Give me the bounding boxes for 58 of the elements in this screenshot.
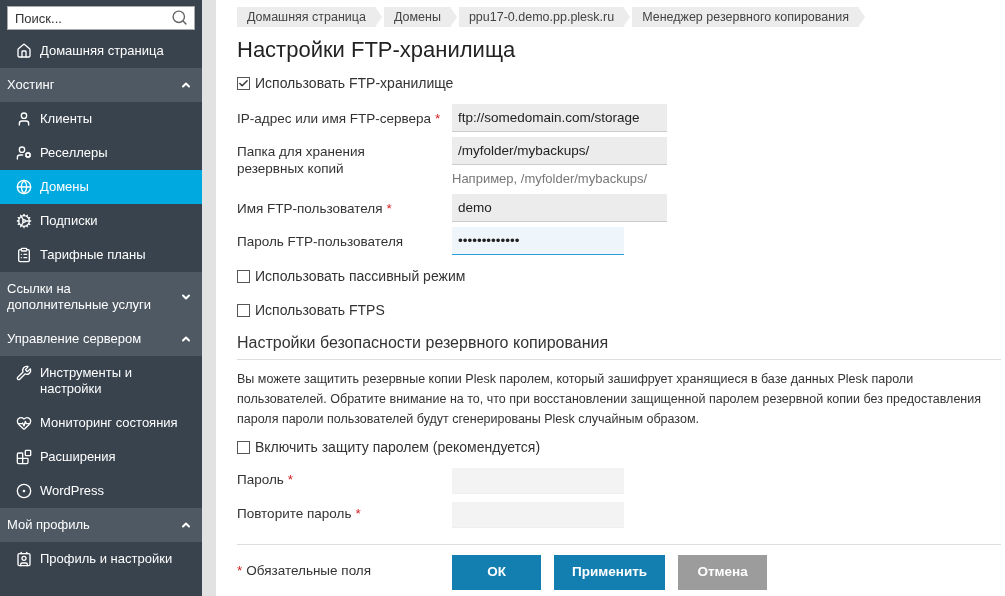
- sidebar-group-header[interactable]: Мой профиль: [0, 508, 202, 542]
- checkbox[interactable]: [237, 269, 250, 283]
- checkbox-label[interactable]: Использовать FTP-хранилище: [237, 73, 1001, 94]
- search-icon[interactable]: [171, 9, 188, 26]
- search-field[interactable]: Поиск...: [7, 6, 195, 30]
- field-label: Пароль FTP-пользователя: [237, 232, 404, 250]
- checkbox[interactable]: [237, 303, 250, 317]
- page-title: Настройки FTP-хранилища: [237, 36, 517, 64]
- input-field[interactable]: •••••••••••••: [452, 226, 624, 255]
- sidebar-item[interactable]: Инструменты и настройки: [0, 356, 202, 406]
- field-label: Имя FTP-пользователя: [237, 199, 383, 217]
- required-mark: *: [435, 110, 441, 127]
- field-label: Папка для хранения резервных копий: [237, 143, 366, 177]
- circle-logo-icon: [16, 483, 32, 499]
- house-icon: [16, 43, 32, 59]
- globe-icon: [16, 179, 32, 195]
- field-label: IP-адрес или имя FTP-сервера: [237, 110, 432, 127]
- sidebar-item[interactable]: WordPress: [0, 474, 202, 508]
- sidebar-group-header[interactable]: Управление сервером: [0, 322, 202, 356]
- tools-icon: [16, 365, 32, 381]
- submit-button[interactable]: ОК: [452, 554, 541, 590]
- sidebar-item[interactable]: Мониторинг состояния: [0, 406, 202, 440]
- checkbox-label[interactable]: Использовать FTPS: [237, 299, 1001, 321]
- scrollbar[interactable]: [202, 0, 216, 596]
- required-note: Обязательные поля: [246, 562, 372, 578]
- profile-card-icon: [16, 551, 32, 567]
- sidebar-item[interactable]: Расширения: [0, 440, 202, 474]
- field-label: Повторите пароль: [237, 506, 352, 522]
- sidebar-item[interactable]: Домашняя страница: [0, 34, 202, 68]
- description-text: Вы можете защитить резервные копии Plesk паролем, который зашифрует хранящиеся в базе данных Plesk пароли пользователей. Обратите внимание на то, что при восстановлении защищенной паролем резервной копии без предоставления пароля пароли пользователей будут сгенерированы Plesk случайным образом.: [237, 370, 983, 428]
- submit-button[interactable]: Применить: [554, 554, 666, 590]
- checkbox-label[interactable]: Включить защиту паролем (рекомендуется): [237, 436, 1001, 458]
- required-mark: *: [287, 472, 294, 488]
- required-mark: *: [386, 199, 392, 217]
- clipboard-icon: [16, 247, 32, 263]
- required-mark: *: [355, 506, 361, 522]
- checkbox[interactable]: [237, 77, 250, 90]
- checkbox[interactable]: [237, 440, 250, 454]
- input-field[interactable]: demo: [452, 193, 667, 222]
- checkbox-label[interactable]: Использовать пассивный режим: [237, 265, 1001, 287]
- sidebar-item[interactable]: Реселлеры: [0, 136, 202, 170]
- user-tie-icon: [16, 145, 32, 161]
- field-hint: Например, /myfolder/mybackups/: [452, 170, 649, 188]
- section-heading: Настройки безопасности резервного копирования: [237, 330, 1001, 360]
- sidebar-item[interactable]: Подписки: [0, 204, 202, 238]
- sidebar-item[interactable]: Профиль и настройки: [0, 542, 202, 576]
- sidebar-group-header[interactable]: Хостинг: [0, 68, 202, 102]
- sidebar-item[interactable]: Тарифные планы: [0, 238, 202, 272]
- gear-icon: [16, 213, 32, 229]
- required-mark: *: [237, 562, 243, 578]
- user-icon: [16, 111, 32, 127]
- blocks-icon: [16, 449, 32, 465]
- input-field[interactable]: ftp://somedomain.com/storage: [452, 104, 667, 132]
- field-label: Пароль: [237, 472, 284, 488]
- sidebar-group-header[interactable]: Ссылки на дополнительные услуги: [0, 272, 202, 322]
- heart-pulse-icon: [16, 415, 32, 431]
- sidebar-item[interactable]: Клиенты: [0, 102, 202, 136]
- input-field[interactable]: /myfolder/mybackups/: [452, 137, 667, 165]
